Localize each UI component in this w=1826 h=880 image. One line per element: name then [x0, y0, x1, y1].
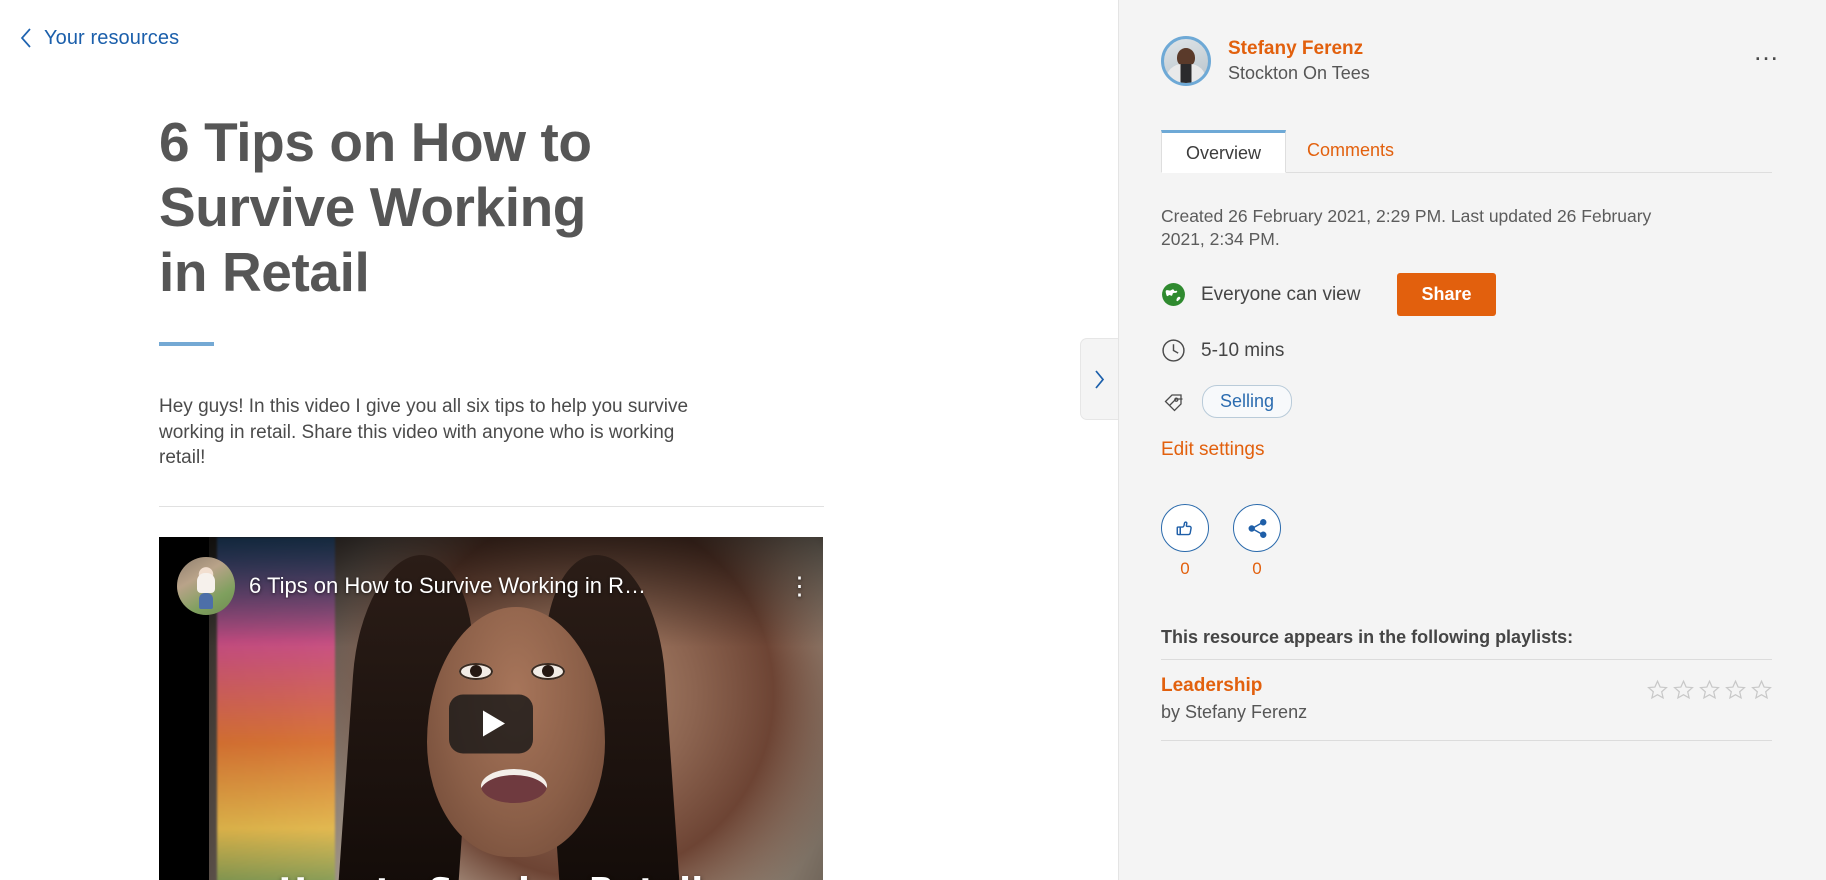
play-icon[interactable]: [449, 694, 533, 753]
edit-settings-link[interactable]: Edit settings: [1161, 439, 1265, 461]
like-count: 0: [1180, 559, 1190, 578]
main-content: Your resources 6 Tips on How to Survive …: [0, 0, 1118, 880]
share-nodes-icon: [1248, 518, 1266, 538]
visibility-row: Everyone can view Share: [1161, 273, 1772, 316]
resource-body: 6 Tips on How to Survive Working in Reta…: [0, 110, 1118, 880]
star-icon[interactable]: [1647, 679, 1668, 700]
duration-label: 5-10 mins: [1201, 339, 1285, 361]
video-caption-text: How to Survive Retail: [159, 871, 823, 880]
video-player[interactable]: 6 Tips on How to Survive Working in R… ⋮…: [159, 536, 823, 880]
created-updated-text: Created 26 February 2021, 2:29 PM. Last …: [1161, 206, 1652, 249]
list-item: Leadership by Stefany Ferenz: [1161, 660, 1772, 723]
clock-icon: [1162, 339, 1185, 362]
panel-tabs: Overview Comments: [1161, 130, 1772, 173]
description-divider: [159, 505, 824, 507]
video-thumbnail-detail: [459, 662, 493, 680]
video-thumbnail-detail: [531, 662, 565, 680]
reaction-buttons: 0 0: [1161, 504, 1772, 579]
tag-icon: [1164, 393, 1183, 411]
playlist-name[interactable]: Leadership: [1161, 675, 1307, 697]
thumbs-up-icon: [1176, 520, 1192, 535]
avatar: [1161, 36, 1211, 86]
playlist-row-divider: [1161, 740, 1772, 741]
author-header: Stefany Ferenz Stockton On Tees: [1161, 0, 1772, 86]
visibility-label: Everyone can view: [1201, 283, 1361, 305]
video-overlay-header: 6 Tips on How to Survive Working in R… ⋮: [159, 556, 823, 615]
title-underline-rule: [159, 342, 214, 346]
duration-row: 5-10 mins: [1161, 338, 1772, 363]
star-icon[interactable]: [1725, 679, 1746, 700]
author-organisation: Stockton On Tees: [1228, 63, 1370, 83]
chevron-right-icon: [1095, 369, 1105, 389]
like-reaction: 0: [1161, 504, 1209, 579]
star-icon[interactable]: [1699, 679, 1720, 700]
share-nodes-button[interactable]: [1233, 504, 1281, 552]
share-count: 0: [1252, 559, 1262, 578]
star-icon[interactable]: [1673, 679, 1694, 700]
page-title: 6 Tips on How to Survive Working in Reta…: [159, 111, 592, 303]
globe-icon: [1162, 283, 1185, 306]
channel-avatar[interactable]: [177, 556, 235, 615]
rating-stars[interactable]: [1647, 675, 1772, 700]
video-thumbnail-detail: [481, 768, 547, 803]
author-name[interactable]: Stefany Ferenz: [1228, 37, 1370, 60]
details-panel: Stefany Ferenz Stockton On Tees … Overvi…: [1118, 0, 1826, 880]
panel-collapse-toggle[interactable]: [1080, 338, 1118, 420]
page-root: Your resources 6 Tips on How to Survive …: [0, 0, 1826, 880]
tag-pill-selling[interactable]: Selling: [1202, 385, 1293, 418]
chevron-left-icon: [20, 28, 31, 48]
ellipsis-icon[interactable]: …: [1750, 36, 1784, 66]
resource-description: Hey guys! In this video I give you all s…: [159, 396, 689, 468]
kebab-menu-icon[interactable]: ⋮: [787, 573, 812, 598]
star-icon[interactable]: [1751, 679, 1772, 700]
share-reaction: 0: [1233, 504, 1281, 579]
tab-overview[interactable]: Overview: [1161, 130, 1287, 173]
tab-comments[interactable]: Comments: [1286, 129, 1415, 172]
playlist-author: by Stefany Ferenz: [1161, 702, 1308, 722]
tags-row: Selling: [1161, 385, 1772, 418]
like-button[interactable]: [1161, 504, 1209, 552]
breadcrumb[interactable]: Your resources: [0, 0, 1118, 54]
video-title[interactable]: 6 Tips on How to Survive Working in R…: [249, 573, 773, 599]
back-to-your-resources-link[interactable]: Your resources: [44, 27, 179, 50]
playlists-heading: This resource appears in the following p…: [1161, 627, 1574, 647]
share-button[interactable]: Share: [1397, 273, 1496, 316]
